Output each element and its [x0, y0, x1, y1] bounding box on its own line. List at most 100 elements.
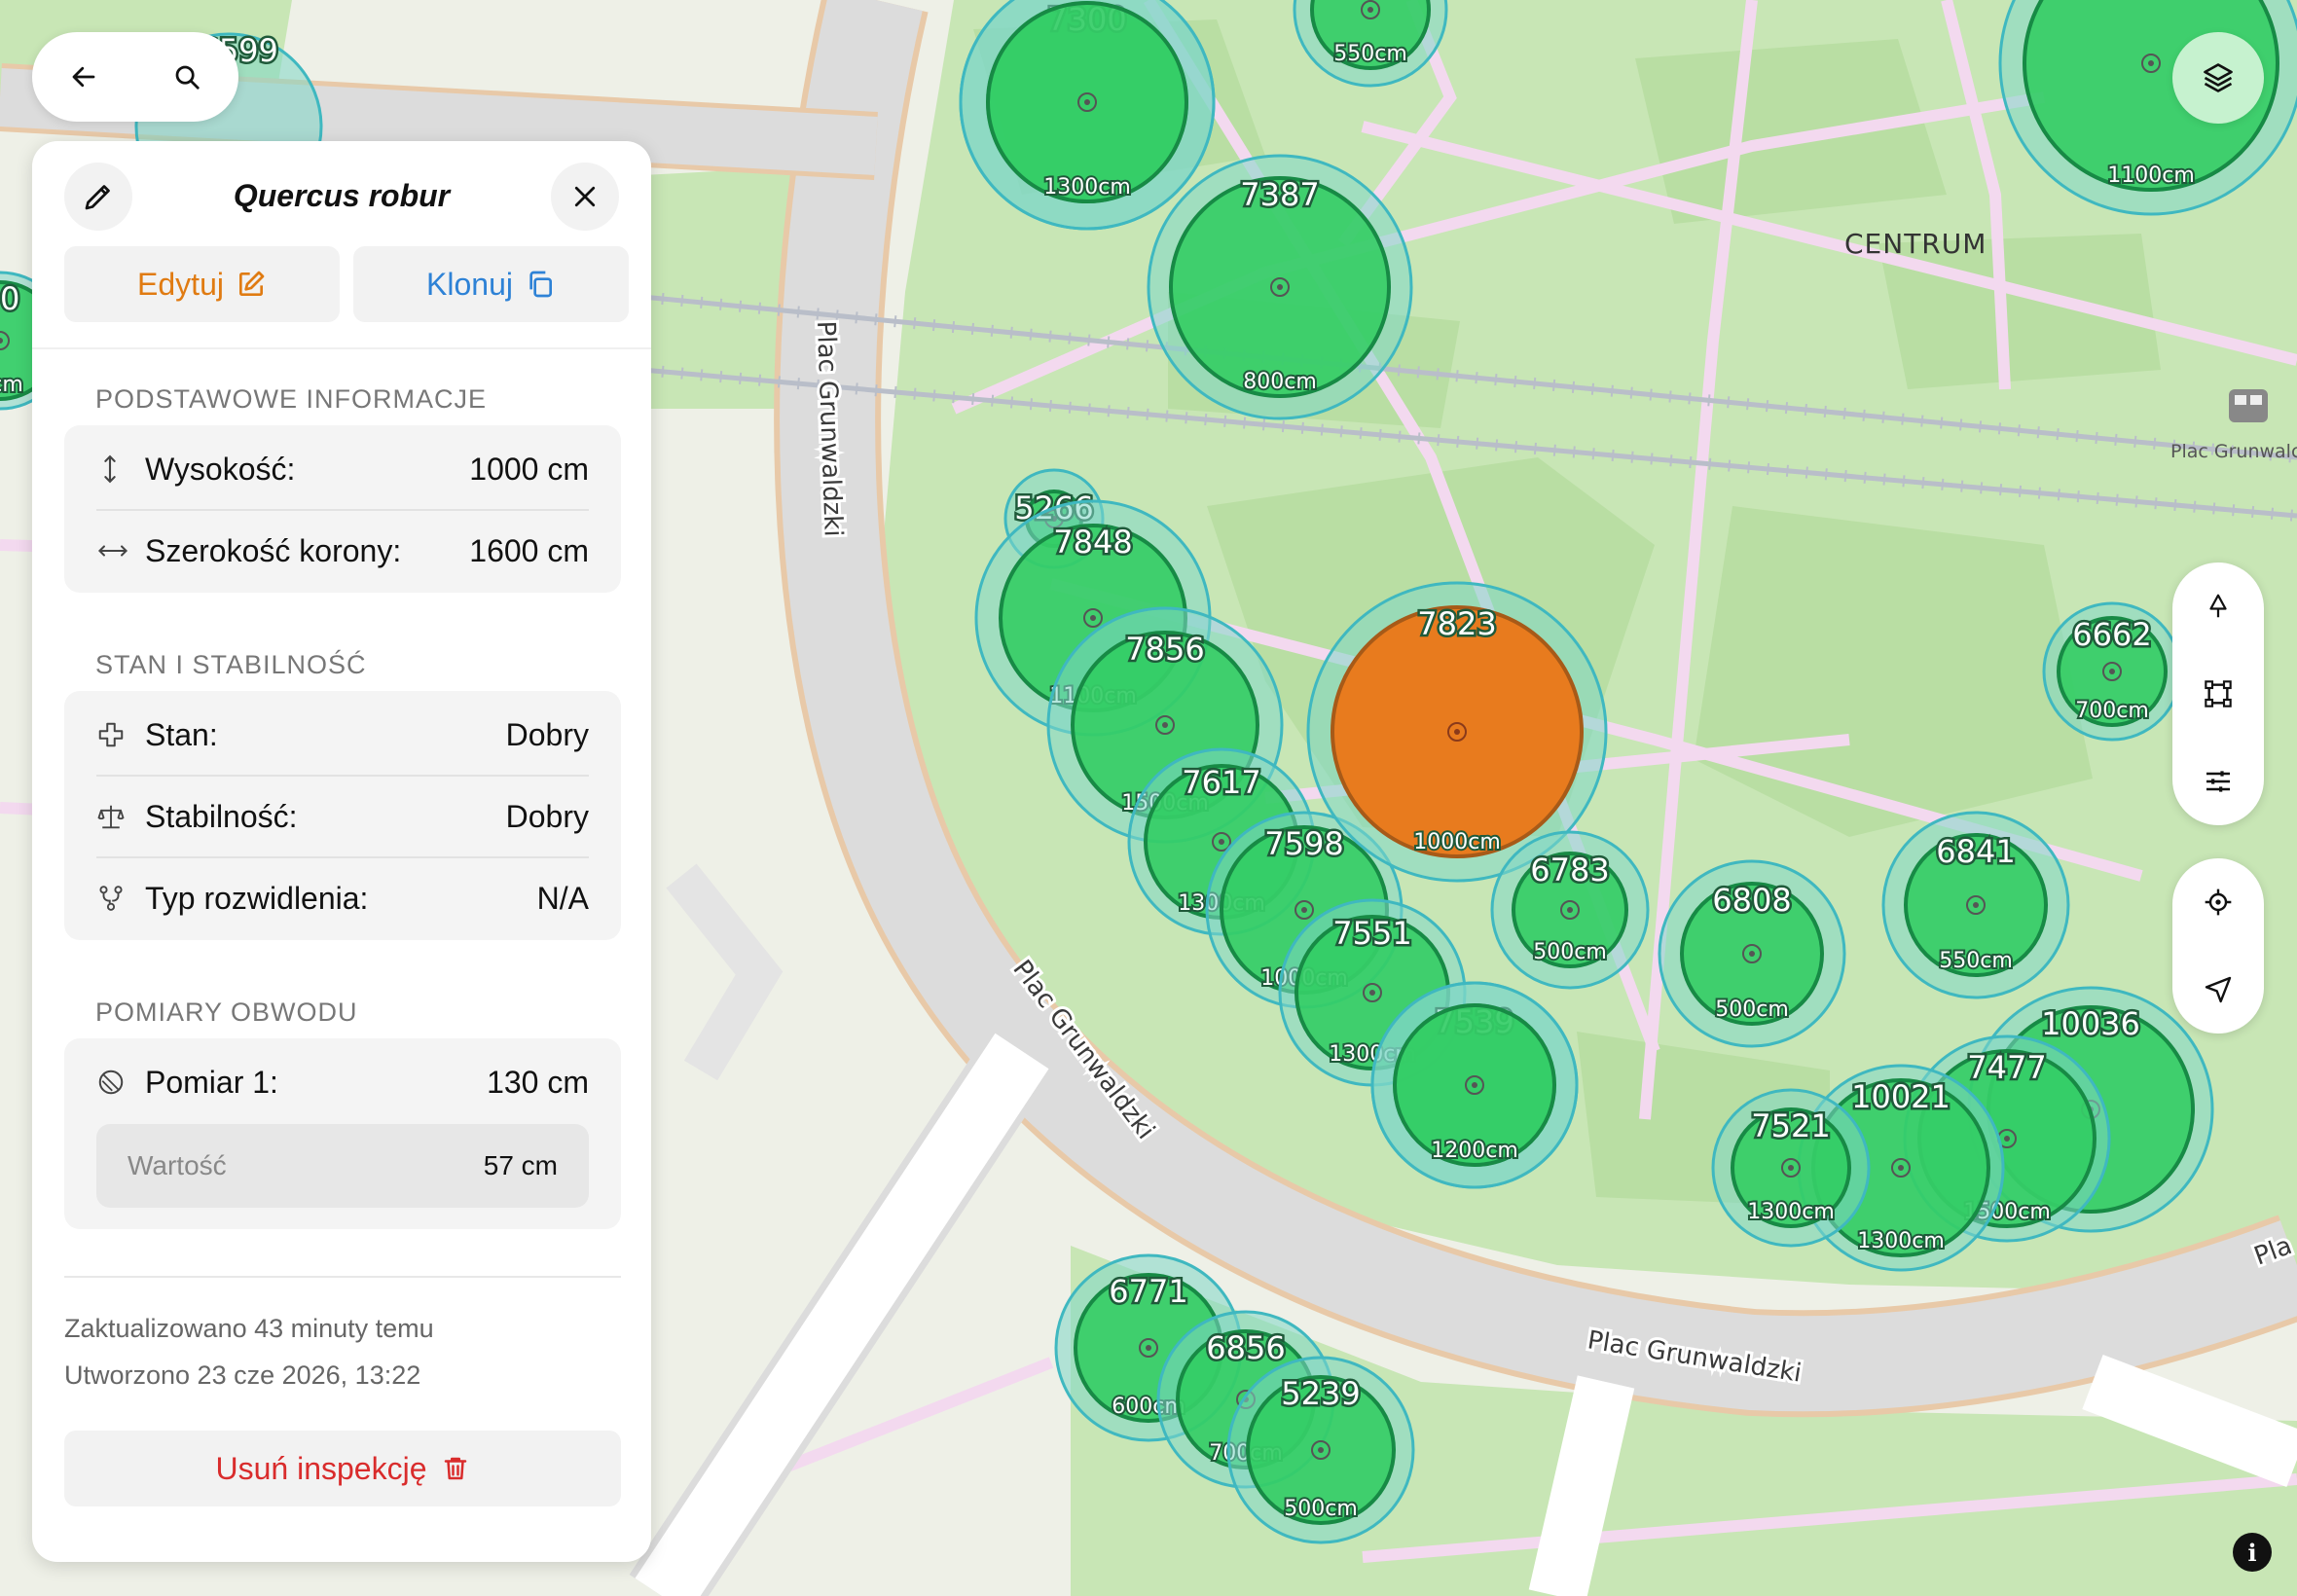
- scale-icon: [96, 802, 135, 831]
- tree-id-label: 7598: [1264, 825, 1343, 862]
- tree-crown-label: 500cm: [1284, 1497, 1358, 1521]
- tree-crown-label: 0cm: [0, 373, 23, 397]
- tree-center-point: [1146, 1345, 1151, 1351]
- poi-label: Plac Grunwalc: [2170, 441, 2297, 462]
- filters-button[interactable]: [2184, 747, 2252, 816]
- state-row: Stan: Dobry: [96, 695, 589, 775]
- bounding-box-icon: [2205, 680, 2232, 707]
- tree-center-point: [1788, 1165, 1794, 1171]
- info-button[interactable]: i: [2233, 1533, 2272, 1572]
- layers-button[interactable]: [2172, 32, 2264, 124]
- tree-id-label: 6841: [1936, 833, 2015, 870]
- panel-title: Quercus robur: [233, 178, 451, 213]
- tree-id-label: 7856: [1125, 631, 1204, 668]
- fork-row: Typ rozwidlenia: N/A: [96, 858, 589, 938]
- tree-marker[interactable]: 6783 500cm: [1490, 830, 1650, 990]
- tree-center-point: [1973, 902, 1979, 908]
- delete-inspection-button[interactable]: Usuń inspekcję: [64, 1431, 621, 1506]
- divider: [32, 347, 651, 349]
- tree-marker[interactable]: 6662 700cm: [2042, 601, 2182, 742]
- measurement-value: 130 cm: [487, 1064, 589, 1100]
- tree-center-point: [1301, 907, 1307, 913]
- tree-crown-label: 800cm: [1243, 370, 1317, 394]
- area-select-button[interactable]: [2184, 660, 2252, 728]
- rename-button[interactable]: [64, 163, 132, 231]
- tool-stack: [2172, 562, 2264, 825]
- back-button[interactable]: [55, 48, 113, 106]
- crown-row: Szerokość korony: 1600 cm: [96, 511, 589, 591]
- locate-me-button[interactable]: [2184, 868, 2252, 936]
- fork-value: N/A: [536, 880, 589, 916]
- close-icon: [574, 186, 596, 207]
- crown-value: 1600 cm: [469, 532, 589, 568]
- tree-crown-label: 1300cm: [1747, 1200, 1835, 1224]
- tree-id-label: 10036: [2041, 1005, 2140, 1042]
- tree-center-point: [1219, 839, 1224, 845]
- tree-center-point: [1567, 907, 1573, 913]
- tree-marker[interactable]: 7387 800cm: [1147, 154, 1413, 420]
- height-row: Wysokość: 1000 cm: [96, 429, 589, 509]
- condition-card: Stan: Dobry Stabilność: Dobry Typ rozwid…: [64, 691, 621, 940]
- section-measurements-title: POMIARY OBWODU: [95, 998, 358, 1027]
- tree-id-label: 5239: [1281, 1375, 1360, 1412]
- search-button[interactable]: [158, 48, 216, 106]
- tree-marker[interactable]: 5239 500cm: [1226, 1356, 1415, 1544]
- tree-marker[interactable]: 6808 500cm: [1658, 859, 1846, 1048]
- tree-center-point: [1749, 951, 1755, 957]
- tree-id-label: 70: [0, 280, 19, 317]
- tree-id-label: 6771: [1109, 1273, 1187, 1310]
- tree-crown-label: 1100cm: [2107, 163, 2195, 188]
- basic-info-card: Wysokość: 1000 cm Szerokość korony: 1600…: [64, 425, 621, 593]
- close-button[interactable]: [551, 163, 619, 231]
- nav-pill: [32, 32, 238, 122]
- section-condition-title: STAN I STABILNOŚĆ: [95, 650, 367, 679]
- tree-marker[interactable]: 6841 550cm: [1881, 811, 2070, 999]
- navigate-button[interactable]: [2184, 956, 2252, 1024]
- tree-center-point: [2109, 669, 2115, 674]
- tree-id-label: 7551: [1332, 915, 1411, 952]
- clone-button[interactable]: Klonuj: [353, 246, 629, 322]
- copy-icon: [529, 271, 552, 298]
- stability-label: Stabilność:: [145, 798, 298, 834]
- tree-id-label: 7823: [1417, 605, 1496, 642]
- fork-label: Typ rozwidlenia:: [145, 880, 369, 916]
- tree-marker[interactable]: 1300cm: [959, 0, 1216, 231]
- tree-crown-label: 1200cm: [1431, 1139, 1518, 1163]
- navigate-icon: [2205, 976, 2232, 1003]
- edit-button-label: Edytuj: [137, 266, 224, 302]
- layers-icon: [2204, 63, 2233, 92]
- tree-center-point: [1277, 284, 1283, 290]
- tree-crown-label: 1300cm: [1043, 175, 1131, 200]
- location-stack: [2172, 858, 2264, 1034]
- tree-id-label: 10021: [1851, 1078, 1951, 1115]
- edit-button[interactable]: Edytuj: [64, 246, 340, 322]
- health-icon: [96, 720, 135, 749]
- tree-id-label: 7521: [1751, 1107, 1830, 1144]
- tree-mode-button[interactable]: [2184, 572, 2252, 640]
- sliders-icon: [2206, 771, 2230, 792]
- tree-center-point: [1898, 1165, 1904, 1171]
- tree-id-label: 6808: [1712, 882, 1791, 919]
- measurement-label: Pomiar 1:: [145, 1064, 278, 1100]
- updated-timestamp: Zaktualizowano 43 minuty temu: [64, 1314, 434, 1343]
- stability-value: Dobry: [505, 798, 589, 834]
- tree-id-label: 7617: [1182, 764, 1260, 801]
- state-value: Dobry: [505, 716, 589, 752]
- measurement-value-field[interactable]: Wartość 57 cm: [96, 1124, 589, 1208]
- divider: [64, 1276, 621, 1278]
- tree-center-point: [1162, 722, 1168, 728]
- tree-id-label: 6662: [2072, 616, 2151, 653]
- tree-marker[interactable]: 1200cm: [1370, 981, 1579, 1189]
- locate-icon: [2205, 889, 2232, 916]
- edit-icon: [238, 271, 265, 296]
- tree-center-point: [1090, 615, 1096, 621]
- action-row: Edytuj Klonuj: [64, 246, 629, 322]
- tree-crown-label: 1300cm: [1857, 1229, 1945, 1253]
- tree-crown-label: 500cm: [1533, 940, 1607, 964]
- trash-icon: [444, 1457, 466, 1480]
- tree-details-panel: Quercus robur Edytuj Klonuj PODSTAWOWE I…: [32, 141, 651, 1562]
- created-timestamp: Utworzono 23 cze 2026, 13:22: [64, 1360, 421, 1390]
- tree-marker[interactable]: 7521 1300cm: [1711, 1088, 1871, 1248]
- panel-header: Quercus robur: [32, 141, 651, 253]
- info-icon: i: [2247, 1538, 2257, 1567]
